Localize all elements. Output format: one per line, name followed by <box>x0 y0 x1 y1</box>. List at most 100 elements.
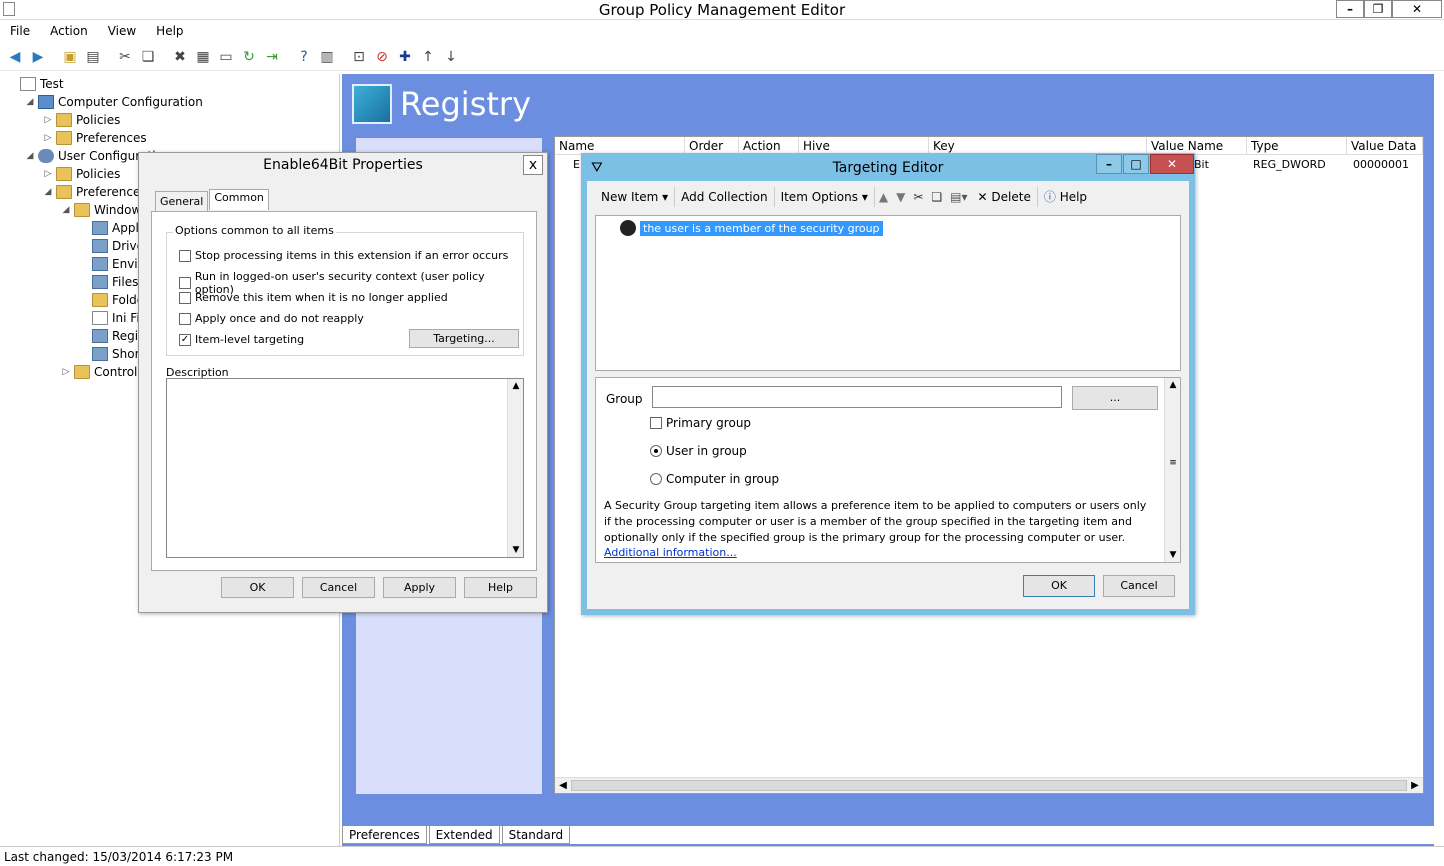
cut-icon[interactable]: ✂ <box>909 187 927 207</box>
cut-icon[interactable]: ✂ <box>114 46 136 68</box>
move-down-icon[interactable]: ↓ <box>440 46 462 68</box>
print-icon[interactable]: ▭ <box>215 46 237 68</box>
new-item-icon[interactable]: ⊡ <box>348 46 370 68</box>
expand-toggle-icon[interactable]: ▷ <box>42 169 54 179</box>
expand-toggle-icon[interactable]: ◢ <box>24 151 36 161</box>
targeting-maximize-button[interactable]: □ <box>1123 154 1149 174</box>
cancel-button[interactable]: Cancel <box>302 577 375 598</box>
group-radio-row[interactable]: Computer in group <box>650 472 779 486</box>
option-checkbox-row[interactable]: Apply once and do not reapply <box>179 312 364 325</box>
item-options-menu[interactable]: Item Options ▾ <box>775 187 875 207</box>
add-collection-button[interactable]: Add Collection <box>675 187 775 207</box>
expand-toggle-icon[interactable]: ▷ <box>60 367 72 377</box>
scroll-grip-icon[interactable]: ≡ <box>1165 456 1181 470</box>
restore-button[interactable]: ❐ <box>1364 0 1392 18</box>
horizontal-scrollbar[interactable]: ◀ ▶ <box>555 777 1423 793</box>
checkbox[interactable] <box>179 277 191 289</box>
menu-view[interactable]: View <box>98 21 146 41</box>
add-icon[interactable]: ✚ <box>394 46 416 68</box>
help-button[interactable]: Help <box>464 577 537 598</box>
tab-preferences[interactable]: Preferences <box>342 826 427 844</box>
targeting-ok-button[interactable]: OK <box>1023 575 1095 597</box>
expand-toggle-icon[interactable]: ◢ <box>42 187 54 197</box>
export-icon[interactable]: ⇥ <box>261 46 283 68</box>
delete-button[interactable]: ✕ Delete <box>972 187 1038 207</box>
option-checkbox-row[interactable]: Stop processing items in this extension … <box>179 249 508 262</box>
group-browse-button[interactable]: ... <box>1072 386 1158 410</box>
checkbox[interactable] <box>179 249 191 262</box>
menu-action[interactable]: Action <box>40 21 98 41</box>
move-up-icon[interactable]: ↑ <box>417 46 439 68</box>
copy-icon[interactable]: ❏ <box>137 46 159 68</box>
scroll-up-icon[interactable]: ▲ <box>1165 378 1181 392</box>
tree-item[interactable]: ▷ Policies <box>42 165 120 183</box>
ok-button[interactable]: OK <box>221 577 294 598</box>
targeting-close-button[interactable]: ✕ <box>1150 154 1194 174</box>
radio-button[interactable] <box>650 445 662 457</box>
expand-toggle-icon[interactable]: ▷ <box>42 115 54 125</box>
checkbox[interactable]: ✓ <box>179 333 191 346</box>
targeting-button[interactable]: Targeting... <box>409 329 519 348</box>
option-checkbox-row[interactable]: ✓ Item-level targeting <box>179 333 304 346</box>
option-checkbox-row[interactable]: Remove this item when it is no longer ap… <box>179 291 448 304</box>
close-button[interactable]: ✕ <box>1392 0 1442 18</box>
move-down-icon[interactable]: ▼ <box>892 187 909 207</box>
up-folder-icon[interactable]: ▣ <box>59 46 81 68</box>
tab-common[interactable]: Common <box>209 189 269 210</box>
checkbox[interactable] <box>179 291 191 304</box>
tree-item[interactable]: Test <box>6 75 64 93</box>
scroll-up-icon[interactable]: ▲ <box>508 379 524 393</box>
expand-toggle-icon[interactable]: ◢ <box>24 97 36 107</box>
refresh-icon[interactable]: ↻ <box>238 46 260 68</box>
show-hide-tree-icon[interactable]: ▤ <box>82 46 104 68</box>
detail-scrollbar[interactable]: ▲ ≡ ▼ <box>1164 378 1180 562</box>
copy-icon[interactable]: ❏ <box>927 187 946 207</box>
checkbox[interactable] <box>179 312 191 325</box>
properties-close-button[interactable]: x <box>523 155 543 175</box>
expand-toggle-icon[interactable]: ◢ <box>60 205 72 215</box>
group-input[interactable] <box>652 386 1062 408</box>
scroll-left-icon[interactable]: ◀ <box>555 778 571 794</box>
paste-icon[interactable]: ▤▾ <box>946 187 971 207</box>
targeting-minimize-button[interactable]: – <box>1096 154 1122 174</box>
tab-standard[interactable]: Standard <box>501 826 571 844</box>
description-scrollbar[interactable]: ▲ ▼ <box>507 379 523 557</box>
move-up-icon[interactable]: ▲ <box>875 187 892 207</box>
scroll-thumb[interactable] <box>571 780 1407 791</box>
radio-button[interactable] <box>650 473 662 485</box>
group-radio-row[interactable]: User in group <box>650 444 747 458</box>
primary-group-checkbox-row[interactable]: Primary group <box>650 416 751 430</box>
scroll-down-icon[interactable]: ▼ <box>508 543 524 557</box>
additional-information-link[interactable]: Additional information... <box>604 546 737 559</box>
forward-icon[interactable]: ▶ <box>27 46 49 68</box>
targeting-tree-item[interactable]: the user is a member of the security gro… <box>620 220 883 236</box>
tree-item[interactable]: Files <box>78 273 138 291</box>
expand-toggle-icon[interactable]: ▷ <box>42 133 54 143</box>
menu-help[interactable]: Help <box>146 21 193 41</box>
help-button[interactable]: ⓘ Help <box>1038 187 1093 207</box>
checkbox[interactable] <box>650 417 662 429</box>
tab-general[interactable]: General <box>155 191 209 211</box>
delete-icon[interactable]: ✖ <box>169 46 191 68</box>
tree-item[interactable]: ◢ Preferences <box>42 183 147 201</box>
tab-extended[interactable]: Extended <box>428 826 500 844</box>
back-icon[interactable]: ◀ <box>4 46 26 68</box>
targeting-cancel-button[interactable]: Cancel <box>1103 575 1175 597</box>
new-item-menu[interactable]: New Item ▾ <box>595 187 676 207</box>
scroll-right-icon[interactable]: ▶ <box>1407 778 1423 794</box>
minimize-button[interactable]: – <box>1336 0 1364 18</box>
scroll-down-icon[interactable]: ▼ <box>1165 548 1181 562</box>
tree-item[interactable]: ◢ Computer Configuration <box>24 93 203 111</box>
common-tab-panel: Options common to all items Stop process… <box>151 211 537 571</box>
description-textarea[interactable]: ▲ ▼ <box>166 378 524 558</box>
details-icon[interactable]: ▥ <box>316 46 338 68</box>
menu-file[interactable]: File <box>0 21 40 41</box>
stop-icon[interactable]: ⊘ <box>371 46 393 68</box>
help-icon[interactable]: ? <box>293 46 315 68</box>
apply-button[interactable]: Apply <box>383 577 456 598</box>
tree-item[interactable]: ▷ Preferences <box>42 129 147 147</box>
properties-icon[interactable]: ▦ <box>192 46 214 68</box>
col-value-data[interactable]: Value Data <box>1347 137 1423 155</box>
col-type[interactable]: Type <box>1247 137 1347 155</box>
tree-item[interactable]: ▷ Policies <box>42 111 120 129</box>
